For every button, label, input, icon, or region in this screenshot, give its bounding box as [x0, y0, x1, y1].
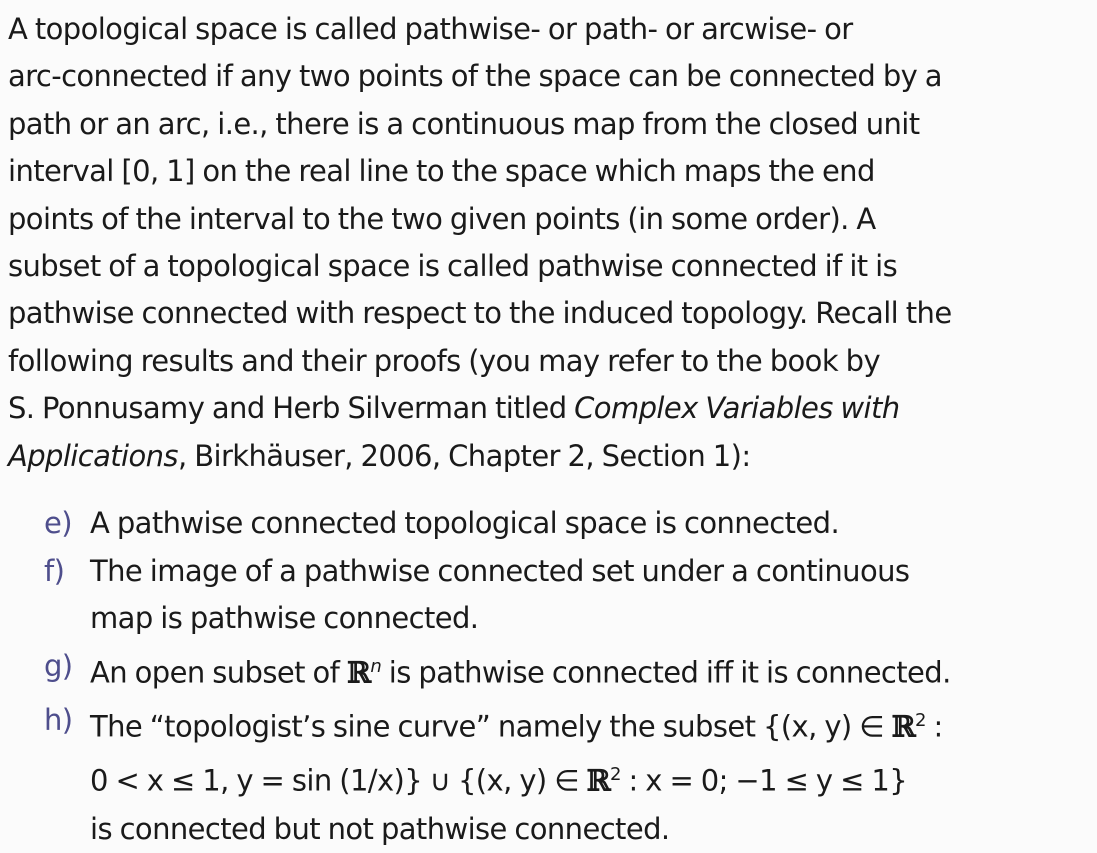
- paragraph-line: subset of a topological space is called …: [8, 249, 898, 284]
- item-text: map is pathwise connected.: [90, 601, 479, 636]
- reals-symbol: ℝ: [891, 709, 916, 744]
- item-label: e): [44, 506, 73, 540]
- book-title-part2: Applications: [8, 438, 179, 473]
- item-text-pre: The “topologist’s sine curve” namely the…: [90, 709, 892, 744]
- paragraph-line: S. Ponnusamy and Herb Silverman titled C…: [8, 385, 1088, 432]
- list-item-h: h) The “topologist’s sine curve” namely …: [0, 697, 1097, 853]
- item-text: An open subset of ℝn is pathwise connect…: [90, 643, 1097, 697]
- citation-details: , Birkhäuser, 2006, Chapter 2, Section 1…: [177, 438, 751, 473]
- paragraph-line: points of the interval to the two given …: [8, 201, 876, 236]
- intro-paragraph: A topological space is called pathwise- …: [8, 6, 1088, 480]
- item-text-pre: An open subset of: [90, 655, 347, 690]
- item-text-post: is pathwise connected iff it is connecte…: [381, 655, 952, 690]
- list-item-g: g) An open subset of ℝn is pathwise conn…: [0, 643, 1097, 697]
- paragraph-line: path or an arc, i.e., there is a continu…: [8, 106, 920, 141]
- item-label: h): [44, 703, 73, 738]
- exponent: 2: [610, 764, 621, 786]
- item-text: is connected but not pathwise connected.: [90, 811, 670, 846]
- paragraph-line: A topological space is called pathwise- …: [8, 12, 853, 46]
- item-text: The “topologist’s sine curve” namely the…: [90, 697, 1097, 751]
- book-title-part1: Complex Variables with: [574, 391, 900, 426]
- document-page: A topological space is called pathwise- …: [0, 0, 1097, 846]
- reals-symbol: ℝ: [586, 763, 611, 798]
- list-item-f: f) The image of a pathwise connected set…: [0, 548, 1097, 643]
- exponent: 2: [915, 710, 926, 732]
- reals-symbol: ℝ: [346, 655, 371, 690]
- item-label: g): [44, 648, 73, 683]
- paragraph-line: interval [0, 1] on the real line to the …: [8, 154, 875, 189]
- math-part-a: 0 < x ≤ 1, y = sin (1/x)} ∪ {(x, y) ∈: [90, 763, 587, 798]
- paragraph-line: pathwise connected with respect to the i…: [8, 296, 952, 331]
- exponent: n: [370, 655, 382, 677]
- paragraph-line: arc-connected if any two points of the s…: [8, 59, 943, 94]
- item-text-post: :: [925, 709, 943, 744]
- paragraph-line: following results and their proofs (you …: [8, 343, 881, 378]
- math-part-b: : x = 0; −1 ≤ y ≤ 1}: [620, 763, 908, 798]
- item-text: A pathwise connected topological space i…: [90, 506, 840, 540]
- results-list: e) A pathwise connected topological spac…: [0, 500, 1097, 853]
- paragraph-line: Applications, Birkhäuser, 2006, Chapter …: [8, 433, 1088, 480]
- citation-authors: S. Ponnusamy and Herb Silverman titled: [8, 391, 575, 426]
- item-label: f): [44, 553, 65, 588]
- item-text: The image of a pathwise connected set un…: [90, 553, 910, 588]
- item-math-line: 0 < x ≤ 1, y = sin (1/x)} ∪ {(x, y) ∈ ℝ2…: [90, 751, 1097, 805]
- list-item-e: e) A pathwise connected topological spac…: [0, 500, 1097, 548]
